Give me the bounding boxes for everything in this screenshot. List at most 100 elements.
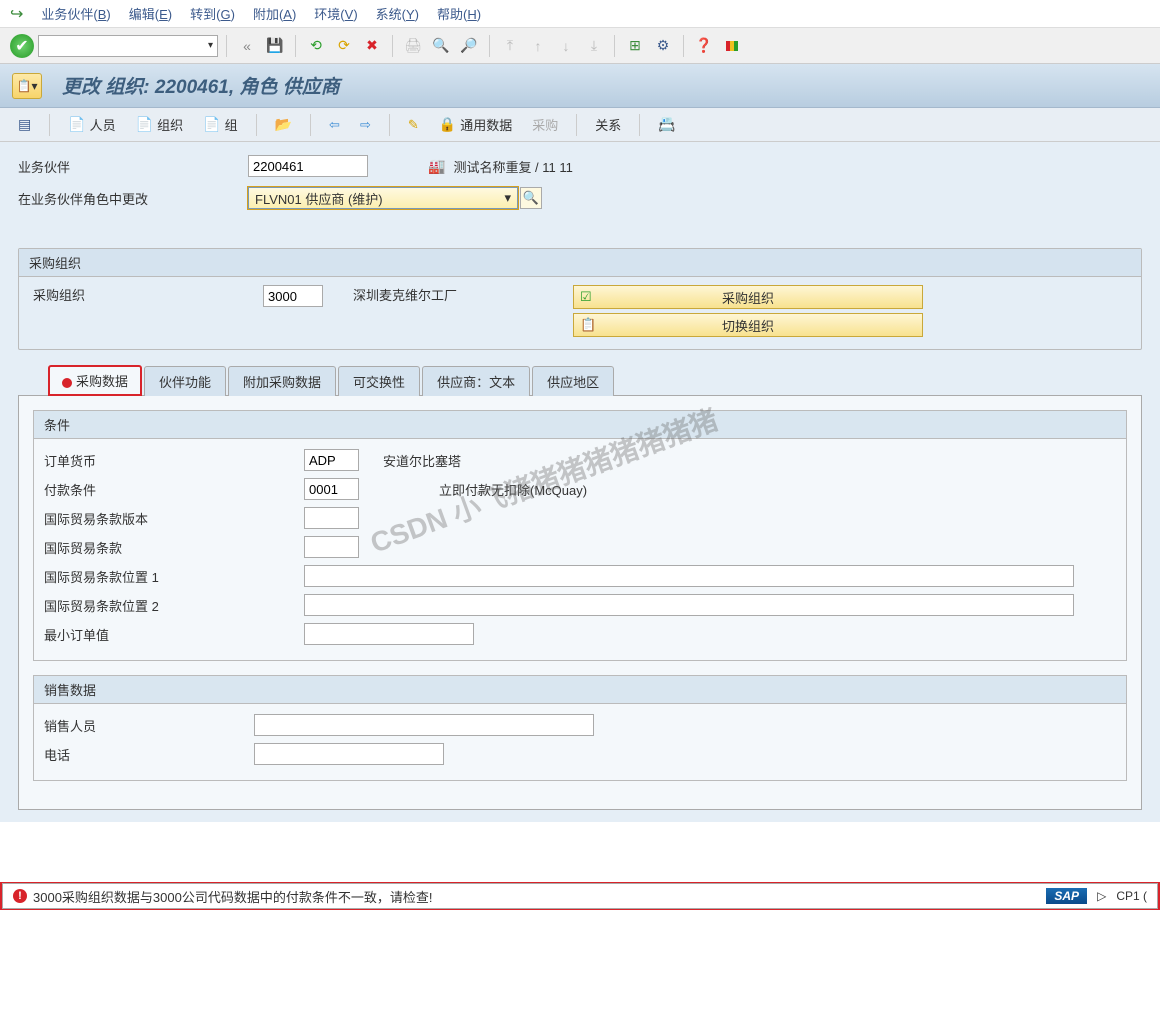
org-button[interactable]: 📄组织 xyxy=(130,113,189,136)
sales-data-group: 销售数据 销售人员 电话 xyxy=(33,675,1127,781)
menu-extras[interactable]: 附加(A) xyxy=(253,4,296,23)
relationships-button[interactable]: 关系 xyxy=(589,113,627,136)
layout-toggle-icon[interactable]: ▷ xyxy=(1097,889,1106,903)
application-toolbar: ▤ 📄人员 📄组织 📄组 📂 ⇦ ⇨ ✎ 🔒通用数据 采购 关系 📇 xyxy=(0,108,1160,142)
prev-page-button: ↑ xyxy=(526,34,550,58)
nav-forward-button[interactable]: ⇨ xyxy=(354,115,377,135)
payment-terms-label: 付款条件 xyxy=(44,480,304,499)
locator-button[interactable]: ▤ xyxy=(12,114,37,135)
factory-icon: 🏭 xyxy=(428,158,445,175)
payment-terms-field[interactable] xyxy=(304,478,359,500)
conditions-title: 条件 xyxy=(34,411,1126,439)
settings-button[interactable]: 📇 xyxy=(652,114,681,135)
menu-business-partner[interactable]: 业务伙伴(B) xyxy=(41,4,110,23)
menu-help[interactable]: 帮助(H) xyxy=(437,4,481,23)
menu-goto[interactable]: 转到(G) xyxy=(190,4,235,23)
tab-partner-functions[interactable]: 伙伴功能 xyxy=(144,366,226,396)
purchasing-org-group-title: 采购组织 xyxy=(19,249,1141,277)
min-order-field[interactable] xyxy=(304,623,474,645)
incoterms-version-field[interactable] xyxy=(304,507,359,529)
menu-environment[interactable]: 环境(V) xyxy=(314,4,357,23)
find-next-button: 🔎 xyxy=(457,34,481,58)
incoterms-label: 国际贸易条款 xyxy=(44,538,304,557)
partner-label: 业务伙伴 xyxy=(18,157,248,176)
back-button[interactable]: ⟲ xyxy=(304,34,328,58)
exit-button[interactable]: ⟳ xyxy=(332,34,356,58)
incoterms-loc2-field[interactable] xyxy=(304,594,1074,616)
new-session-button[interactable]: ⊞ xyxy=(623,34,647,58)
partner-field[interactable] xyxy=(248,155,368,177)
header-form: 业务伙伴 🏭 测试名称重复 / 11 11 在业务伙伴角色中更改 FLVN01 … xyxy=(0,142,1160,230)
nav-back-button[interactable]: ⇦ xyxy=(323,115,346,135)
standard-toolbar: ✔ ▾ « 💾 ⟲ ⟳ ✖ 🖨 🔍 🔎 ⤒ ↑ ↓ ⤓ ⊞ ⚙ ❓ xyxy=(0,28,1160,64)
purch-org-desc: 深圳麦克维尔工厂 xyxy=(353,285,573,304)
first-page-button: ⤒ xyxy=(498,34,522,58)
incoterms-loc1-label: 国际贸易条款位置 1 xyxy=(44,567,304,586)
next-page-button: ↓ xyxy=(554,34,578,58)
order-currency-desc: 安道尔比塞塔 xyxy=(383,451,461,470)
enter-button[interactable]: ✔ xyxy=(10,34,34,58)
status-bar: ! 3000采购组织数据与3000公司代码数据中的付款条件不一致，请检查! SA… xyxy=(2,883,1158,909)
save-button[interactable]: 💾 xyxy=(263,34,287,58)
person-button[interactable]: 📄人员 xyxy=(62,113,121,136)
check-button[interactable]: ✎ xyxy=(402,115,425,135)
sales-data-title: 销售数据 xyxy=(34,676,1126,704)
tab-purchasing-data[interactable]: 采购数据 xyxy=(48,365,142,396)
menu-edit[interactable]: 编辑(E) xyxy=(129,4,172,23)
tab-interchangeability[interactable]: 可交换性 xyxy=(338,366,420,396)
last-page-button: ⤓ xyxy=(582,34,606,58)
min-order-label: 最小订单值 xyxy=(44,625,304,644)
help-button[interactable]: ❓ xyxy=(692,34,716,58)
sap-logo: SAP xyxy=(1046,888,1087,904)
page-title: 更改 组织: 2200461, 角色 供应商 xyxy=(62,72,340,99)
object-services-button[interactable]: 📋▾ xyxy=(12,73,42,99)
incoterms-loc2-label: 国际贸易条款位置 2 xyxy=(44,596,304,615)
status-message: 3000采购组织数据与3000公司代码数据中的付款条件不一致，请检查! xyxy=(33,887,432,906)
purch-org-field[interactable] xyxy=(263,285,323,307)
salesperson-label: 销售人员 xyxy=(44,716,254,735)
group-button[interactable]: 📄组 xyxy=(197,113,243,136)
command-field[interactable]: ▾ xyxy=(38,35,218,57)
purch-org-button[interactable]: ☑采购组织 xyxy=(573,285,923,309)
tab-strip: 采购数据 伙伴功能 附加采购数据 可交换性 供应商：文本 供应地区 xyxy=(18,364,1142,396)
tab-vendor-texts[interactable]: 供应商：文本 xyxy=(422,366,530,396)
role-f4-button[interactable]: 🔍 xyxy=(520,187,542,209)
incoterms-version-label: 国际贸易条款版本 xyxy=(44,509,304,528)
tab-content: 条件 订单货币 安道尔比塞塔 付款条件 立即付款无扣除(McQuay) 国际贸易… xyxy=(18,395,1142,810)
switch-org-button[interactable]: 📋切换组织 xyxy=(573,313,923,337)
dropdown-icon: ▾ xyxy=(208,40,213,51)
content-area: 采购组织 采购组织 深圳麦克维尔工厂 ☑采购组织 📋切换组织 采购数据 伙伴功能… xyxy=(0,236,1160,822)
dropdown-icon: ▾ xyxy=(504,190,511,206)
phone-label: 电话 xyxy=(44,745,254,764)
open-button[interactable]: 📂 xyxy=(269,114,298,135)
order-currency-field[interactable] xyxy=(304,449,359,471)
title-bar: 📋▾ 更改 组织: 2200461, 角色 供应商 xyxy=(0,64,1160,108)
print-button: 🖨 xyxy=(401,34,425,58)
tab-additional-purchasing[interactable]: 附加采购数据 xyxy=(228,366,336,396)
phone-field[interactable] xyxy=(254,743,444,765)
order-currency-label: 订单货币 xyxy=(44,451,304,470)
indicator-icon xyxy=(62,378,72,388)
layout-button[interactable] xyxy=(720,34,744,58)
role-select[interactable]: FLVN01 供应商 (维护) ▾ xyxy=(248,187,518,209)
purchasing-org-group: 采购组织 采购组织 深圳麦克维尔工厂 ☑采购组织 📋切换组织 xyxy=(18,248,1142,350)
find-button: 🔍 xyxy=(429,34,453,58)
menu-system[interactable]: 系统(Y) xyxy=(376,4,419,23)
cancel-button[interactable]: ✖ xyxy=(360,34,384,58)
incoterms-field[interactable] xyxy=(304,536,359,558)
session-info: CP1 ( xyxy=(1116,889,1147,903)
payment-terms-desc: 立即付款无扣除(McQuay) xyxy=(439,480,587,499)
partner-description: 测试名称重复 / 11 11 xyxy=(453,157,572,176)
general-data-button[interactable]: 🔒通用数据 xyxy=(433,113,518,136)
error-icon: ! xyxy=(13,889,27,903)
role-label: 在业务伙伴角色中更改 xyxy=(18,189,248,208)
menubar: ↪ 业务伙伴(B) 编辑(E) 转到(G) 附加(A) 环境(V) 系统(Y) … xyxy=(0,0,1160,28)
back-collapse-icon[interactable]: « xyxy=(235,34,259,58)
tab-supply-region[interactable]: 供应地区 xyxy=(532,366,614,396)
menu-exit-icon[interactable]: ↪ xyxy=(10,4,23,24)
purch-org-label: 采购组织 xyxy=(33,285,263,304)
conditions-group: 条件 订单货币 安道尔比塞塔 付款条件 立即付款无扣除(McQuay) 国际贸易… xyxy=(33,410,1127,661)
shortcut-button[interactable]: ⚙ xyxy=(651,34,675,58)
salesperson-field[interactable] xyxy=(254,714,594,736)
incoterms-loc1-field[interactable] xyxy=(304,565,1074,587)
